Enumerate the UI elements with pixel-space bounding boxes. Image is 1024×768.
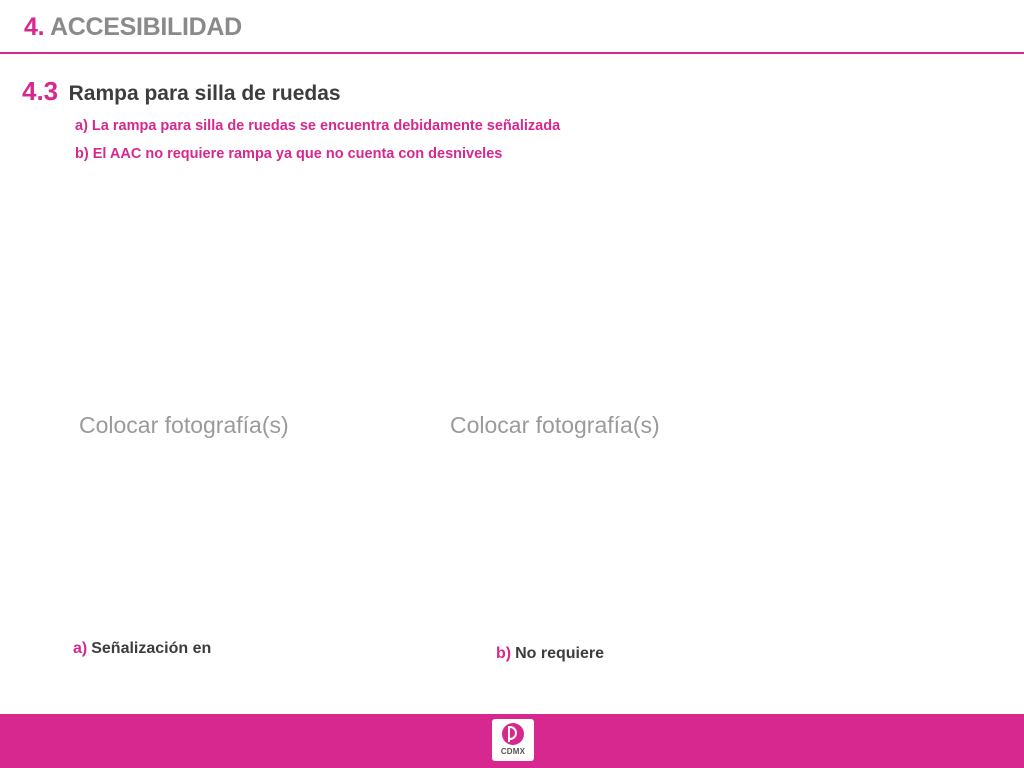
section-item-a: a) La rampa para silla de ruedas se encu…: [75, 118, 561, 134]
photo-placeholder-right[interactable]: Colocar fotografía(s): [450, 412, 660, 439]
cdmx-logo-icon: [502, 723, 524, 745]
caption-b-letter: b): [496, 645, 512, 662]
caption-b-text: No requiere: [515, 645, 605, 662]
caption-a-letter: a): [73, 640, 88, 657]
section-heading: 4.3 Rampa para silla de ruedas: [22, 76, 341, 107]
caption-b: b) No requiere: [496, 645, 604, 663]
section-item-b: b) El AAC no requiere rampa ya que no cu…: [75, 146, 503, 162]
header-title: ACCESIBILIDAD: [49, 13, 242, 41]
caption-a: a) Señalización en: [73, 640, 211, 658]
cdmx-logo: CDMX: [492, 719, 534, 761]
header-divider: [0, 52, 1024, 54]
logo-text: CDMX: [500, 747, 526, 756]
page-header: 4. ACCESIBILIDAD: [24, 13, 242, 42]
caption-a-text: Señalización en: [91, 640, 212, 657]
photo-placeholder-left[interactable]: Colocar fotografía(s): [79, 412, 289, 439]
section-number: 4.3: [22, 76, 59, 106]
logo-mark-bowl: [509, 726, 517, 740]
header-number: 4.: [24, 13, 45, 41]
section-title: Rampa para silla de ruedas: [68, 82, 341, 105]
